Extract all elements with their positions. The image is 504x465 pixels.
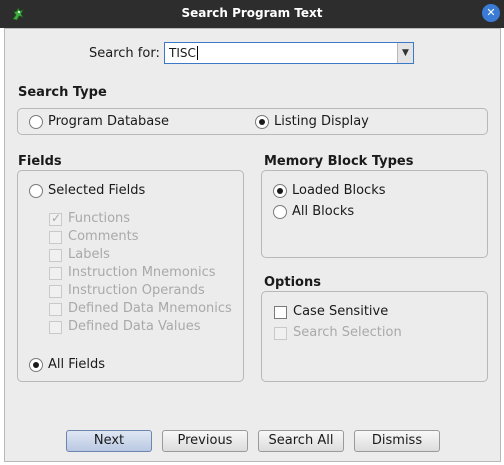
search-combobox[interactable]: TISC ▼ [164, 42, 414, 64]
defined-data-mnemonics-checkbox[interactable] [49, 303, 62, 316]
search-for-label: Search for: [89, 46, 160, 61]
all-fields-radio[interactable] [29, 358, 43, 372]
dismiss-button[interactable]: Dismiss [354, 430, 440, 452]
fields-title: Fields [18, 154, 62, 169]
search-selection-label: Search Selection [293, 325, 402, 340]
listing-display-radio[interactable] [255, 115, 269, 129]
instruction-mnemonics-checkbox[interactable] [49, 267, 62, 280]
program-database-radio[interactable] [29, 115, 43, 129]
fields-group: Selected Fields ✓ Functions Comments Lab… [17, 170, 244, 382]
chevron-down-icon[interactable]: ▼ [397, 43, 413, 63]
functions-label: Functions [68, 211, 131, 226]
labels-checkbox[interactable] [49, 249, 62, 262]
search-dialog: Search for: TISC ▼ Search Type Program D… [4, 28, 501, 462]
memory-block-types-title: Memory Block Types [264, 154, 414, 169]
search-input[interactable]: TISC [169, 46, 196, 60]
loaded-blocks-radio[interactable] [273, 184, 287, 198]
program-database-label[interactable]: Program Database [48, 114, 169, 129]
memory-block-types-group: Loaded Blocks All Blocks [261, 170, 488, 258]
window-title: Search Program Text [181, 6, 323, 20]
functions-checkbox[interactable]: ✓ [49, 211, 62, 226]
defined-data-values-checkbox[interactable] [49, 321, 62, 334]
options-group: Case Sensitive Search Selection [261, 291, 488, 382]
search-all-button[interactable]: Search All [258, 430, 344, 452]
case-sensitive-checkbox[interactable] [274, 306, 287, 319]
text-cursor [197, 46, 198, 60]
instruction-mnemonics-label: Instruction Mnemonics [68, 265, 216, 280]
previous-button[interactable]: Previous [162, 430, 248, 452]
options-title: Options [264, 275, 321, 290]
next-button[interactable]: Next [66, 430, 152, 452]
selected-fields-radio[interactable] [29, 184, 43, 198]
loaded-blocks-label[interactable]: Loaded Blocks [292, 183, 386, 198]
search-selection-checkbox[interactable] [274, 327, 287, 340]
all-blocks-label[interactable]: All Blocks [292, 204, 354, 219]
close-icon[interactable]: ✕ [482, 4, 500, 22]
all-fields-label[interactable]: All Fields [48, 357, 105, 372]
instruction-operands-label: Instruction Operands [68, 283, 205, 298]
defined-data-mnemonics-label: Defined Data Mnemonics [68, 301, 232, 316]
selected-fields-label[interactable]: Selected Fields [48, 183, 145, 198]
title-bar: Search Program Text ✕ [0, 0, 504, 28]
listing-display-label[interactable]: Listing Display [274, 114, 369, 129]
comments-checkbox[interactable] [49, 231, 62, 244]
defined-data-values-label: Defined Data Values [68, 319, 201, 334]
labels-label: Labels [68, 247, 110, 262]
all-blocks-radio[interactable] [273, 205, 287, 219]
comments-label: Comments [68, 229, 139, 244]
case-sensitive-label[interactable]: Case Sensitive [293, 304, 388, 319]
search-type-group: Program Database Listing Display [17, 108, 488, 135]
instruction-operands-checkbox[interactable] [49, 285, 62, 298]
search-type-title: Search Type [18, 85, 107, 100]
